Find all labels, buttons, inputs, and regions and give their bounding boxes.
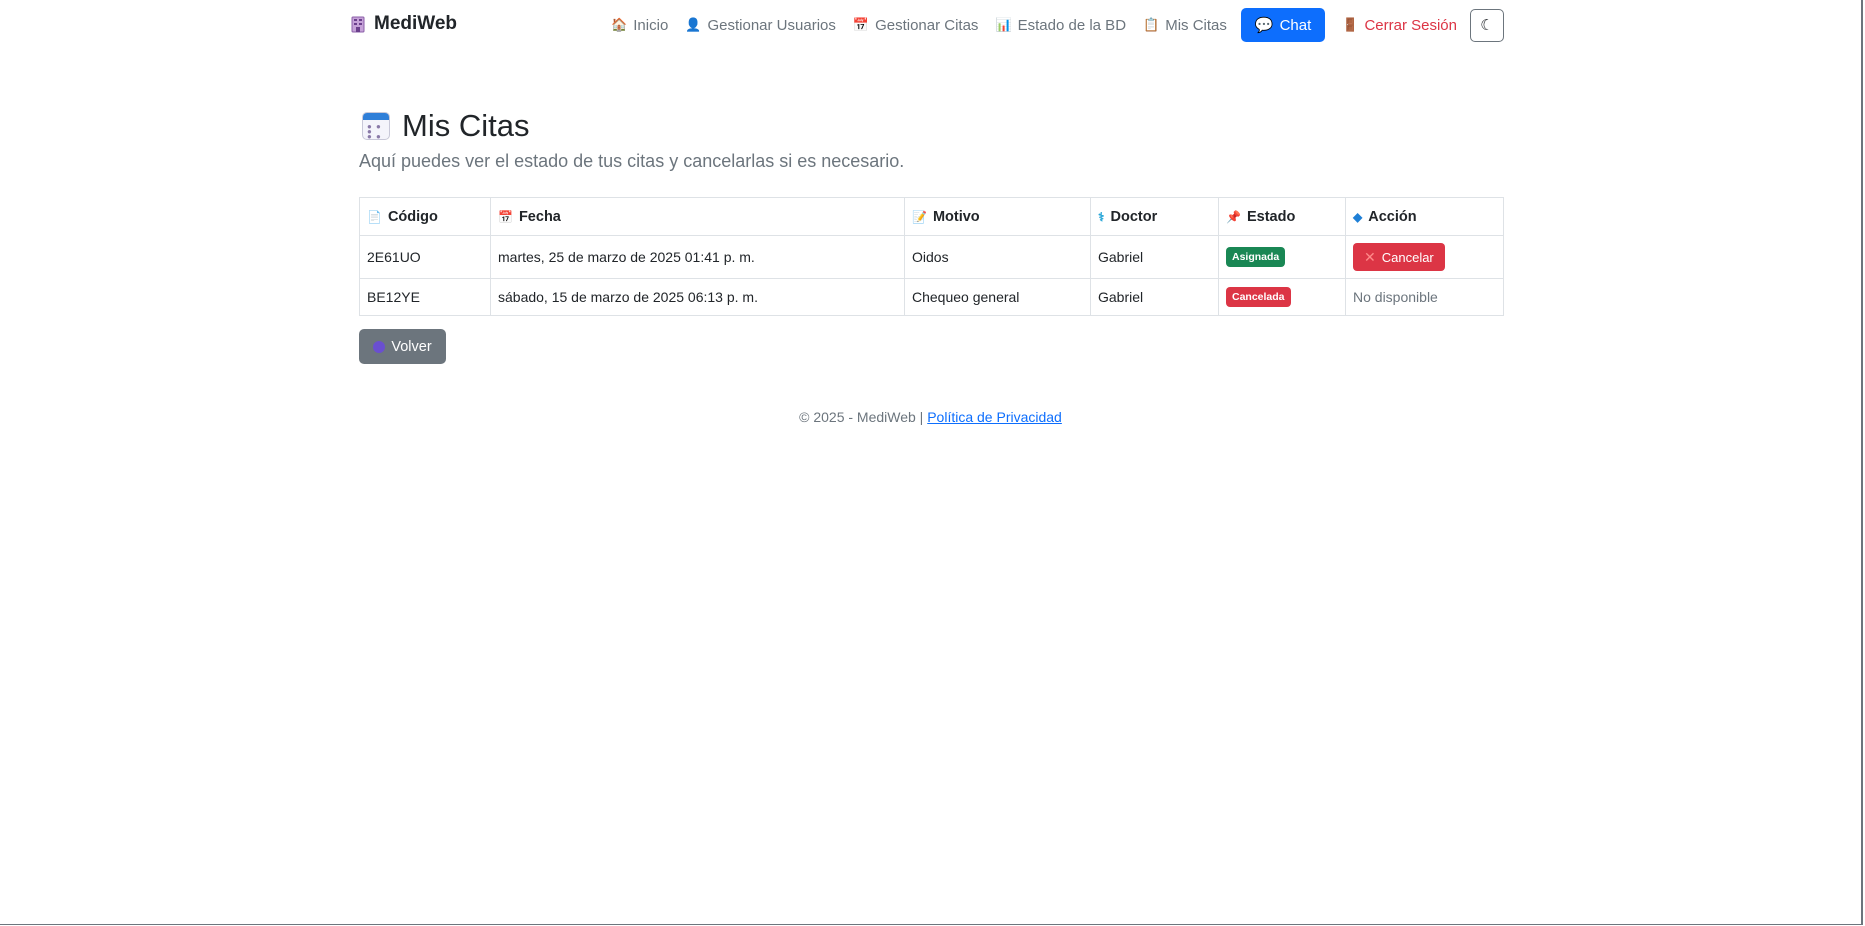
chat-button[interactable]: 💬 Chat (1240, 8, 1326, 42)
cell-accion: No disponible (1345, 278, 1504, 316)
column-header-motivo: 📝 Motivo (904, 197, 1091, 236)
cancel-label: Cancelar (1381, 249, 1434, 265)
nav-link-mis-citas[interactable]: 📋 Mis Citas (1143, 17, 1227, 34)
nav-link-gestionar-usuarios[interactable]: 👤 Gestionar Usuarios (685, 17, 836, 34)
page-title: Mis Citas (402, 108, 530, 143)
user-icon: 👤 (685, 17, 702, 32)
caduceus-icon: ⚕ (1098, 209, 1105, 224)
cell-motivo: Oidos (904, 235, 1091, 279)
cell-accion: ✕ Cancelar (1345, 235, 1504, 279)
chat-label: Chat (1279, 16, 1312, 34)
table-row: 2E61UO martes, 25 de marzo de 2025 01:41… (359, 235, 1504, 279)
bar-chart-icon: 📊 (995, 17, 1012, 32)
column-header-codigo: 📄 Código (359, 197, 491, 236)
page: MediWeb 🏠 Inicio 👤 Gestionar Usuarios 📅 … (0, 0, 1863, 925)
cell-codigo: BE12YE (359, 278, 491, 316)
calendar-icon: ● ● ●● ● ●● ● ● (362, 112, 390, 140)
cross-icon: ✕ (1364, 248, 1376, 265)
cell-doctor: Gabriel (1090, 278, 1219, 316)
table-header-row: 📄 Código 📅 Fecha 📝 Motivo ⚕ Doctor 📌 Estado ◆… (359, 197, 1504, 236)
speech-bubble-icon: 💬 (1254, 17, 1274, 34)
cell-estado: Asignada (1218, 235, 1346, 279)
brand-name: MediWeb (374, 13, 458, 34)
column-header-estado: 📌 Estado (1218, 197, 1346, 236)
column-header-label: Motivo (932, 208, 980, 225)
building-icon (351, 16, 365, 32)
memo-icon: 📝 (912, 209, 927, 224)
status-badge: Asignada (1226, 247, 1286, 267)
cell-fecha: sábado, 15 de marzo de 2025 06:13 p. m. (490, 278, 905, 316)
column-header-label: Estado (1246, 208, 1296, 225)
cell-estado: Cancelada (1218, 278, 1346, 316)
column-header-label: Código (387, 208, 438, 225)
footer: © 2025 - MediWeb | Política de Privacida… (0, 409, 1861, 425)
navbar: MediWeb 🏠 Inicio 👤 Gestionar Usuarios 📅 … (0, 0, 1861, 50)
appointments-table: 📄 Código 📅 Fecha 📝 Motivo ⚕ Doctor 📌 Estado ◆… (359, 197, 1504, 316)
cancel-appointment-button[interactable]: ✕ Cancelar (1353, 243, 1445, 271)
column-header-label: Doctor (1110, 208, 1158, 225)
back-arrow-icon (373, 340, 386, 353)
nav-link-label: Inicio (633, 16, 669, 34)
column-header-label: Acción (1368, 208, 1417, 225)
document-icon: 📄 (367, 209, 382, 224)
status-badge: Cancelada (1226, 287, 1291, 307)
theme-toggle-button[interactable]: ☾ (1470, 8, 1504, 42)
nav-links: 🏠 Inicio 👤 Gestionar Usuarios 📅 Gestiona… (594, 8, 1504, 42)
table-row: BE12YE sábado, 15 de marzo de 2025 06:13… (359, 278, 1504, 316)
footer-copyright: © 2025 - MediWeb | (799, 409, 924, 425)
moon-icon: ☾ (1480, 17, 1494, 34)
clipboard-icon: 📋 (1143, 17, 1160, 32)
nav-link-gestionar-citas[interactable]: 📅 Gestionar Citas (853, 17, 979, 34)
column-header-fecha: 📅 Fecha (490, 197, 905, 236)
brand[interactable]: MediWeb (351, 13, 457, 35)
cell-doctor: Gabriel (1090, 235, 1219, 279)
nav-link-label: Gestionar Usuarios (707, 16, 836, 34)
nav-link-label: Mis Citas (1165, 16, 1227, 34)
back-label: Volver (391, 338, 432, 355)
page-header: ● ● ●● ● ●● ● ● Mis Citas (362, 108, 529, 144)
house-icon: 🏠 (611, 17, 628, 32)
column-header-doctor: ⚕ Doctor (1090, 197, 1219, 236)
pushpin-icon: 📌 (1226, 209, 1241, 224)
cell-fecha: martes, 25 de marzo de 2025 01:41 p. m. (490, 235, 905, 279)
column-header-label: Fecha (518, 208, 561, 225)
diamond-icon: ◆ (1353, 209, 1363, 224)
page-subtitle: Aquí puedes ver el estado de tus citas y… (359, 151, 905, 171)
cell-motivo: Chequeo general (904, 278, 1091, 316)
nav-link-label: Gestionar Citas (875, 16, 979, 34)
back-button[interactable]: Volver (359, 329, 446, 364)
logout-link[interactable]: 🚪 Cerrar Sesión (1342, 17, 1457, 34)
nav-link-estado-bd[interactable]: 📊 Estado de la BD (995, 17, 1126, 34)
column-header-accion: ◆ Acción (1345, 197, 1504, 236)
nav-link-inicio[interactable]: 🏠 Inicio (611, 17, 668, 34)
calendar-icon: 📅 (498, 209, 513, 224)
calendar-icon: 📅 (852, 17, 870, 32)
nav-link-label: Estado de la BD (1017, 16, 1127, 34)
privacy-policy-link[interactable]: Política de Privacidad (927, 409, 1062, 425)
cell-codigo: 2E61UO (359, 235, 491, 279)
logout-label: Cerrar Sesión (1364, 16, 1457, 34)
door-icon: 🚪 (1342, 17, 1359, 32)
